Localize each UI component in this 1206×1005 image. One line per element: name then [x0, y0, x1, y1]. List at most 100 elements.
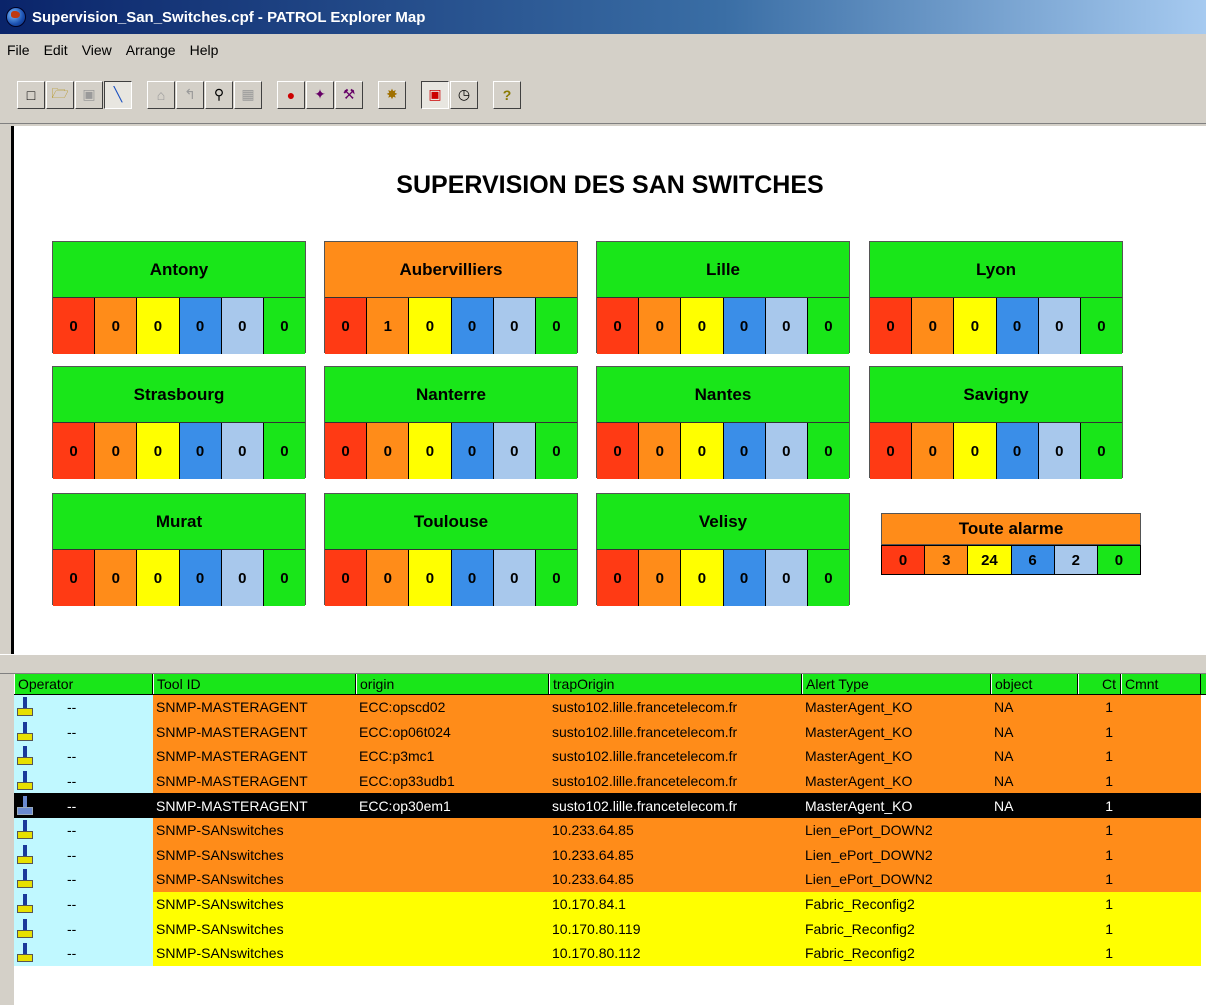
- menu-help[interactable]: Help: [183, 42, 226, 58]
- event-state-icon: [17, 795, 33, 817]
- site-count-critical: 0: [597, 298, 640, 354]
- save-icon[interactable]: ▣: [75, 80, 103, 109]
- site-lyon[interactable]: Lyon 0 0 0 0 0 0: [869, 241, 1123, 354]
- site-count-info: 0: [493, 298, 536, 354]
- site-count-major: 0: [912, 423, 955, 479]
- operator-value: --: [67, 723, 77, 740]
- all-alarms-summary[interactable]: Toute alarme 0 3 24 6 2 0: [881, 513, 1141, 575]
- table-row[interactable]: -- SNMP-SANswitches 10.233.64.85 Lien_ePort…: [14, 867, 1206, 892]
- site-count-critical: 0: [870, 298, 913, 354]
- event-state-icon: [17, 745, 33, 767]
- alert-type-cell: Fabric_Reconfig2: [802, 916, 991, 941]
- event-state-icon: [17, 696, 33, 718]
- site-murat[interactable]: Murat 0 0 0 0 0 0: [52, 493, 306, 606]
- explorer-map: SUPERVISION DES SAN SWITCHES Antony 0 0 0 0 0…: [11, 126, 1206, 654]
- operator-value: --: [67, 748, 77, 765]
- home-icon[interactable]: ⌂: [147, 80, 175, 109]
- connect-icon[interactable]: ╲: [104, 80, 132, 109]
- table-row[interactable]: -- SNMP-SANswitches 10.170.84.1 Fabric_Reco…: [14, 891, 1206, 917]
- site-toulouse[interactable]: Toulouse 0 0 0 0 0 0: [324, 493, 578, 606]
- site-antony[interactable]: Antony 0 0 0 0 0 0: [52, 241, 306, 354]
- site-savigny[interactable]: Savigny 0 0 0 0 0 0: [869, 366, 1123, 479]
- operator-cell: --: [14, 719, 153, 745]
- map-view-icon[interactable]: ▣: [421, 80, 449, 109]
- site-count-warning: 0: [723, 550, 766, 606]
- find-icon[interactable]: ⚲: [205, 80, 233, 109]
- site-count-info: 0: [221, 298, 264, 354]
- origin-cell: ECC:opscd02: [356, 695, 549, 720]
- window-icon[interactable]: ◷: [450, 80, 478, 109]
- menu-view[interactable]: View: [75, 42, 119, 58]
- origin-cell: ECC:p3mc1: [356, 744, 549, 769]
- operator-value: --: [67, 896, 77, 913]
- object-cell: NA: [991, 719, 1078, 745]
- window-title: Supervision_San_Switches.cpf - PATROL Ex…: [32, 8, 426, 26]
- alarm-icon[interactable]: ✸: [378, 80, 406, 109]
- help-icon[interactable]: ?: [493, 80, 521, 109]
- menu-arrange[interactable]: Arrange: [119, 42, 183, 58]
- table-row[interactable]: -- SNMP-SANswitches 10.233.64.85 Lien_ePort…: [14, 842, 1206, 868]
- menu-file[interactable]: File: [0, 42, 37, 58]
- site-count-info: 0: [765, 423, 808, 479]
- count-cell: 1: [1078, 719, 1121, 745]
- site-count-warning: 0: [451, 550, 494, 606]
- new-icon[interactable]: □: [17, 80, 45, 109]
- comment-cell: [1121, 867, 1201, 892]
- operator-cell: --: [14, 842, 153, 868]
- site-counters: 000000: [53, 298, 306, 354]
- up-icon[interactable]: ↰: [176, 80, 204, 109]
- origin-cell: [356, 817, 549, 843]
- pane-splitter[interactable]: [0, 654, 1206, 674]
- site-count-minor: 0: [681, 298, 724, 354]
- comment-cell: [1121, 940, 1201, 966]
- site-strasbourg[interactable]: Strasbourg 0 0 0 0 0 0: [52, 366, 306, 479]
- origin-cell: [356, 916, 549, 941]
- column-header-tool-id[interactable]: Tool ID: [153, 674, 356, 694]
- column-header-object[interactable]: object: [991, 674, 1078, 694]
- column-header-cmnt[interactable]: Cmnt: [1121, 674, 1201, 694]
- table-row[interactable]: -- SNMP-MASTERAGENT ECC:op30em1 susto102.li…: [14, 793, 1206, 818]
- open-icon[interactable]: 🗁: [46, 80, 74, 109]
- event-state-icon: [17, 942, 33, 964]
- site-count-critical: 0: [325, 298, 368, 354]
- table-row[interactable]: -- SNMP-MASTERAGENT ECC:op06t024 susto102.l…: [14, 719, 1206, 745]
- site-count-minor: 0: [137, 550, 180, 606]
- site-counters: 010000: [325, 298, 578, 354]
- tool-id-cell: SNMP-MASTERAGENT: [153, 719, 356, 745]
- site-velisy[interactable]: Velisy 0 0 0 0 0 0: [596, 493, 850, 606]
- table-row[interactable]: -- SNMP-SANswitches 10.233.64.85 Lien_ePort…: [14, 817, 1206, 843]
- site-count-ok: 0: [1080, 298, 1123, 354]
- site-counters: 000000: [870, 298, 1123, 354]
- column-header-trap-origin[interactable]: trapOrigin: [549, 674, 802, 694]
- object-cell: [991, 842, 1078, 868]
- column-header-operator[interactable]: Operator: [14, 674, 153, 694]
- site-count-warning: 0: [723, 298, 766, 354]
- table-row[interactable]: -- SNMP-SANswitches 10.170.80.119 Fabric_Re…: [14, 916, 1206, 941]
- menu-edit[interactable]: Edit: [37, 42, 75, 58]
- table-row[interactable]: -- SNMP-MASTERAGENT ECC:opscd02 susto102.li…: [14, 695, 1206, 720]
- tools-icon[interactable]: ⚒: [335, 80, 363, 109]
- patrol-globe-icon[interactable]: [6, 7, 26, 27]
- site-count-minor: 0: [954, 298, 997, 354]
- site-count-minor: 0: [954, 423, 997, 479]
- column-header-origin[interactable]: origin: [356, 674, 549, 694]
- column-header-alert-type[interactable]: Alert Type: [802, 674, 991, 694]
- table-row[interactable]: -- SNMP-MASTERAGENT ECC:op33udb1 susto102.l…: [14, 768, 1206, 794]
- column-header-ct[interactable]: Ct: [1078, 674, 1121, 694]
- site-count-warning: 0: [179, 550, 222, 606]
- table-row[interactable]: -- SNMP-SANswitches 10.170.80.112 Fabric_Re…: [14, 940, 1206, 966]
- traffic-light-icon[interactable]: ●: [277, 80, 305, 109]
- events-icon[interactable]: ✦: [306, 80, 334, 109]
- site-lille[interactable]: Lille 0 0 0 0 0 0: [596, 241, 850, 354]
- site-nantes[interactable]: Nantes 0 0 0 0 0 0: [596, 366, 850, 479]
- operator-value: --: [67, 945, 77, 962]
- site-aubervilliers[interactable]: Aubervilliers 0 1 0 0 0 0: [324, 241, 578, 354]
- table-row[interactable]: -- SNMP-MASTERAGENT ECC:p3mc1 susto102.lill…: [14, 744, 1206, 769]
- site-nanterre[interactable]: Nanterre 0 0 0 0 0 0: [324, 366, 578, 479]
- origin-cell: [356, 867, 549, 892]
- event-state-icon: [17, 819, 33, 841]
- trap-origin-cell: susto102.lille.francetelecom.fr: [549, 719, 802, 745]
- toolbar: □ 🗁 ▣ ╲ ⌂ ↰ ⚲ ▦ ● ✦ ⚒ ✸ ▣ ◷ ?: [0, 66, 1206, 124]
- trap-origin-cell: 10.233.64.85: [549, 842, 802, 868]
- properties-icon[interactable]: ▦: [234, 80, 262, 109]
